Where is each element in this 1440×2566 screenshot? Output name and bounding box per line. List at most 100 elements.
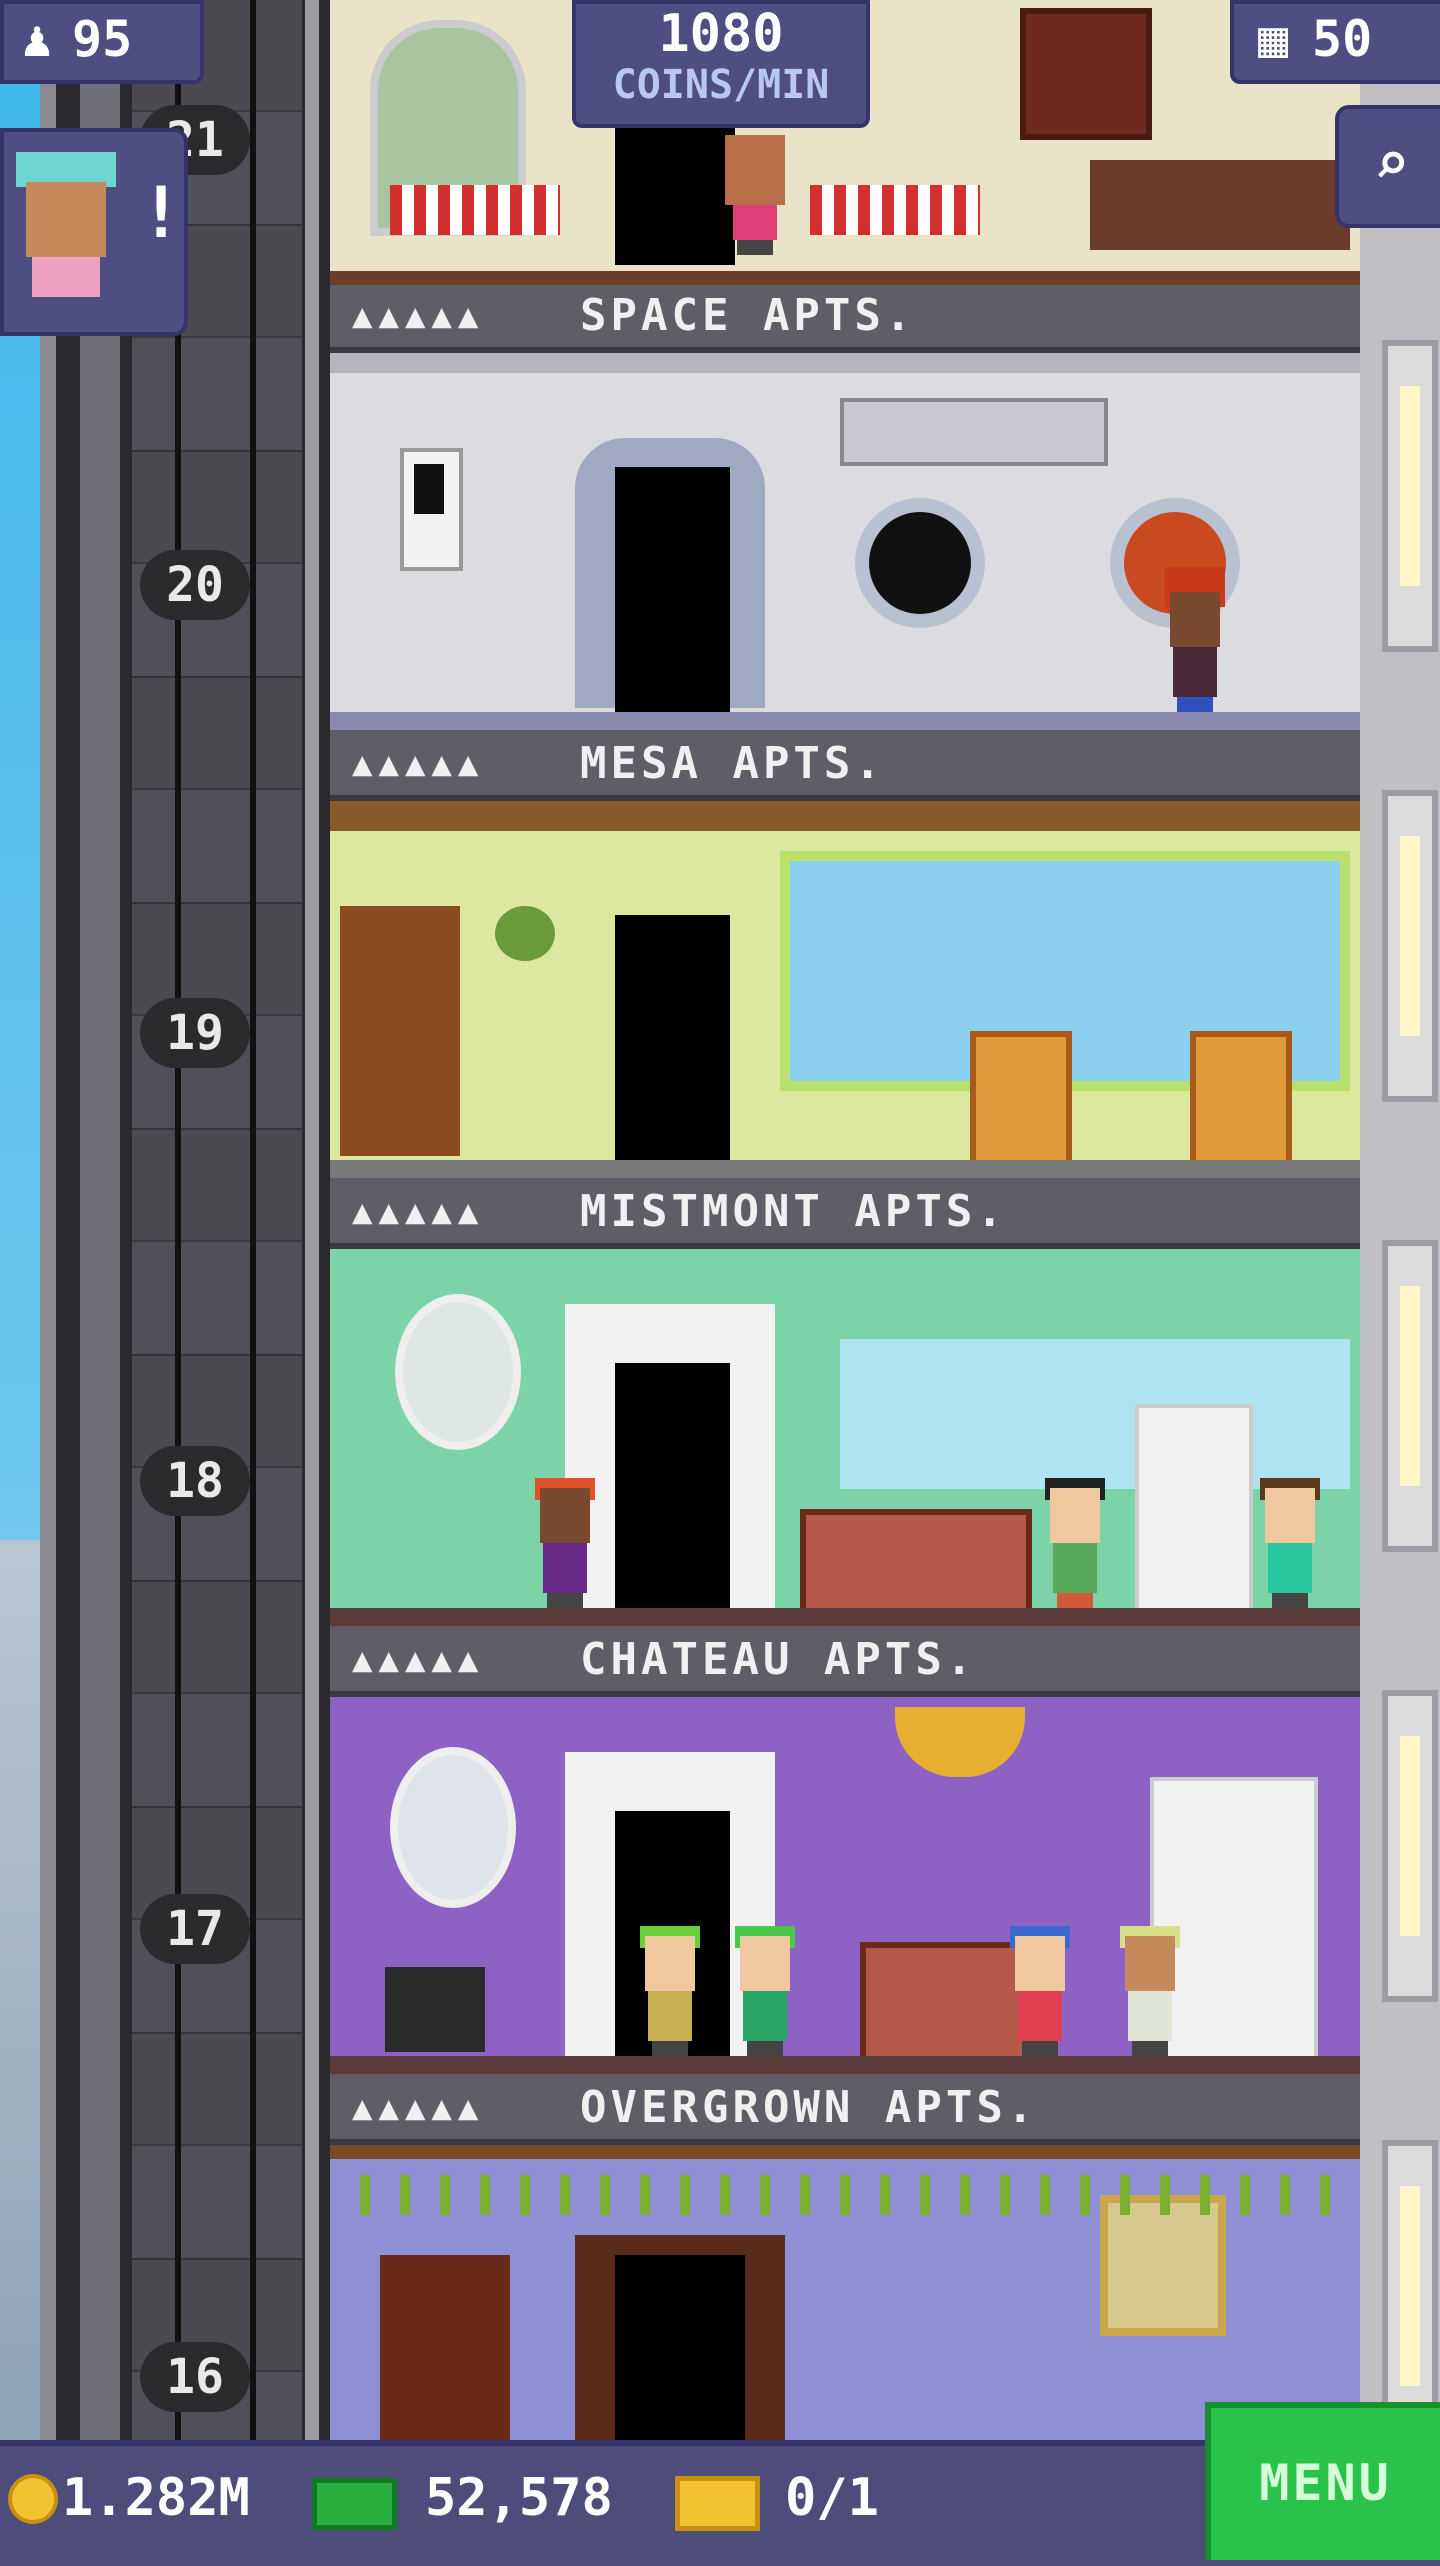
floor-baseboard bbox=[330, 2056, 1360, 2074]
bitizen[interactable] bbox=[735, 1926, 795, 2056]
floor-baseboard bbox=[330, 1160, 1360, 1178]
bookshelf bbox=[340, 906, 460, 1156]
floor-name: CHATEAU APTS. bbox=[580, 1634, 977, 1685]
floor-label-bar: ▲▲▲▲▲ CHATEAU APTS. bbox=[330, 1629, 1360, 1697]
apartment-door bbox=[615, 1363, 730, 1608]
floor-label-bar: ▲▲▲▲▲ MESA APTS. bbox=[330, 733, 1360, 801]
zoom-button[interactable]: ⌕ bbox=[1335, 105, 1440, 228]
floor-name: MESA APTS. bbox=[580, 738, 885, 789]
armchair bbox=[1190, 1031, 1292, 1168]
occupancy-icons: ▲▲▲▲▲ bbox=[352, 744, 485, 784]
elevator-track bbox=[132, 0, 302, 2440]
ceiling-beam bbox=[330, 2145, 1360, 2159]
space-apt-room bbox=[330, 353, 1360, 730]
ticket-icon bbox=[675, 2476, 760, 2531]
floor-19-mesa-apts[interactable]: ▲▲▲▲▲ MESA APTS. bbox=[330, 733, 1360, 1178]
elevator-cable-right bbox=[250, 0, 256, 2440]
floor-label-bar: ▲▲▲▲▲ OVERGROWN APTS. bbox=[330, 2077, 1360, 2145]
bitizen[interactable] bbox=[535, 1478, 595, 1608]
building-icon: ▦ bbox=[1258, 10, 1289, 68]
dining-table bbox=[810, 185, 980, 235]
mesa-apt-room bbox=[330, 801, 1360, 1178]
elevator-shaft[interactable] bbox=[40, 0, 330, 2440]
floor-name: OVERGROWN APTS. bbox=[580, 2082, 1038, 2133]
chateau-apt-room bbox=[330, 1697, 1360, 2074]
floor-18-mistmont-apts[interactable]: ▲▲▲▲▲ MISTMONT APTS. bbox=[330, 1181, 1360, 1626]
ceiling bbox=[330, 353, 1360, 373]
visitor-face bbox=[26, 182, 106, 257]
armchair bbox=[970, 1031, 1072, 1168]
coins-amount: 1.282M bbox=[62, 2468, 250, 2528]
floor-name: SPACE APTS. bbox=[580, 290, 916, 341]
occupancy-icons: ▲▲▲▲▲ bbox=[352, 296, 485, 336]
bar-counter bbox=[1090, 160, 1350, 250]
floor-baseboard bbox=[330, 271, 1360, 285]
restaurant-door bbox=[615, 105, 735, 265]
coins-per-min-label: COINS/MIN bbox=[612, 62, 830, 108]
floor-label-bar: ▲▲▲▲▲ SPACE APTS. bbox=[330, 285, 1360, 353]
tower-exterior-wall bbox=[1360, 0, 1440, 2452]
elevator-cable-left bbox=[175, 0, 181, 2440]
floors-count: 50 bbox=[1312, 10, 1373, 68]
distant-building bbox=[0, 1540, 40, 2440]
overgrown-apt-room bbox=[330, 2145, 1360, 2440]
telephone-table bbox=[385, 1967, 485, 2052]
wine-rack bbox=[1020, 8, 1152, 140]
exterior-window bbox=[1382, 1240, 1438, 1552]
occupancy-icons: ▲▲▲▲▲ bbox=[352, 1192, 485, 1232]
apartment-door bbox=[615, 2255, 745, 2440]
floor-baseboard bbox=[330, 1608, 1360, 1626]
floor-label-bar: ▲▲▲▲▲ MISTMONT APTS. bbox=[330, 1181, 1360, 1249]
bookshelf bbox=[380, 2255, 510, 2440]
apartment-door bbox=[615, 915, 730, 1160]
occupancy-icons: ▲▲▲▲▲ bbox=[352, 2088, 485, 2128]
hanging-plant bbox=[495, 906, 555, 961]
population-count: 95 bbox=[72, 10, 133, 68]
floor-16-overgrown-apts[interactable]: ▲▲▲▲▲ OVERGROWN APTS. bbox=[330, 2077, 1360, 2440]
bitizen[interactable] bbox=[1010, 1926, 1070, 2056]
exterior-window bbox=[1382, 1690, 1438, 2002]
floors-chip[interactable]: ▦ 50 bbox=[1230, 0, 1440, 84]
occupancy-icons: ▲▲▲▲▲ bbox=[352, 1640, 485, 1680]
shaft-rail-left bbox=[40, 0, 56, 2440]
control-panel bbox=[840, 398, 1108, 466]
exterior-window bbox=[1382, 340, 1438, 652]
framed-picture bbox=[1100, 2195, 1226, 2336]
ceiling-beams bbox=[330, 801, 1360, 831]
shaft-wall bbox=[80, 0, 120, 2440]
bitizen[interactable] bbox=[1045, 1478, 1105, 1608]
oval-mirror bbox=[390, 1747, 516, 1908]
dining-table bbox=[390, 185, 560, 235]
bitizen[interactable] bbox=[725, 135, 785, 255]
menu-button[interactable]: MENU bbox=[1205, 2402, 1440, 2560]
bitizen[interactable] bbox=[640, 1926, 700, 2056]
floor-number-19: 19 bbox=[140, 998, 250, 1068]
sofa bbox=[800, 1509, 1032, 1616]
bitizen[interactable] bbox=[1120, 1926, 1180, 2056]
oval-mirror bbox=[395, 1294, 521, 1450]
population-chip[interactable]: ♟ 95 bbox=[0, 0, 204, 84]
bitizen[interactable] bbox=[1260, 1478, 1320, 1608]
chandelier bbox=[895, 1707, 1025, 1777]
floor-number-20: 20 bbox=[140, 550, 250, 620]
coin-icon bbox=[8, 2474, 58, 2524]
mistmont-apt-room bbox=[330, 1249, 1360, 1626]
apartment-door bbox=[615, 467, 730, 712]
coins-per-min-display: 1080 COINS/MIN bbox=[572, 0, 870, 128]
window bbox=[840, 1339, 1350, 1489]
visitor-shirt bbox=[32, 257, 100, 297]
floor-number-18: 18 bbox=[140, 1446, 250, 1516]
wall-panel bbox=[400, 448, 463, 571]
bitizen[interactable] bbox=[1165, 567, 1225, 712]
floor-17-chateau-apts[interactable]: ▲▲▲▲▲ CHATEAU APTS. bbox=[330, 1629, 1360, 2074]
tower: ▲▲▲▲▲ SPACE APTS. ▲▲▲▲▲ MESA APTS. ▲▲▲▲▲… bbox=[330, 0, 1360, 2440]
hanging-vines bbox=[330, 2175, 1360, 2215]
exterior-window bbox=[1382, 790, 1438, 1102]
floor-name: MISTMONT APTS. bbox=[580, 1186, 1007, 1237]
bux-amount: 52,578 bbox=[425, 2468, 613, 2528]
alert-mark: ! bbox=[140, 172, 183, 254]
fridge bbox=[1135, 1404, 1253, 1612]
vip-visitor-notification[interactable]: ! bbox=[0, 128, 188, 336]
floor-20-space-apts[interactable]: ▲▲▲▲▲ SPACE APTS. bbox=[330, 285, 1360, 730]
porthole-window bbox=[855, 498, 985, 628]
